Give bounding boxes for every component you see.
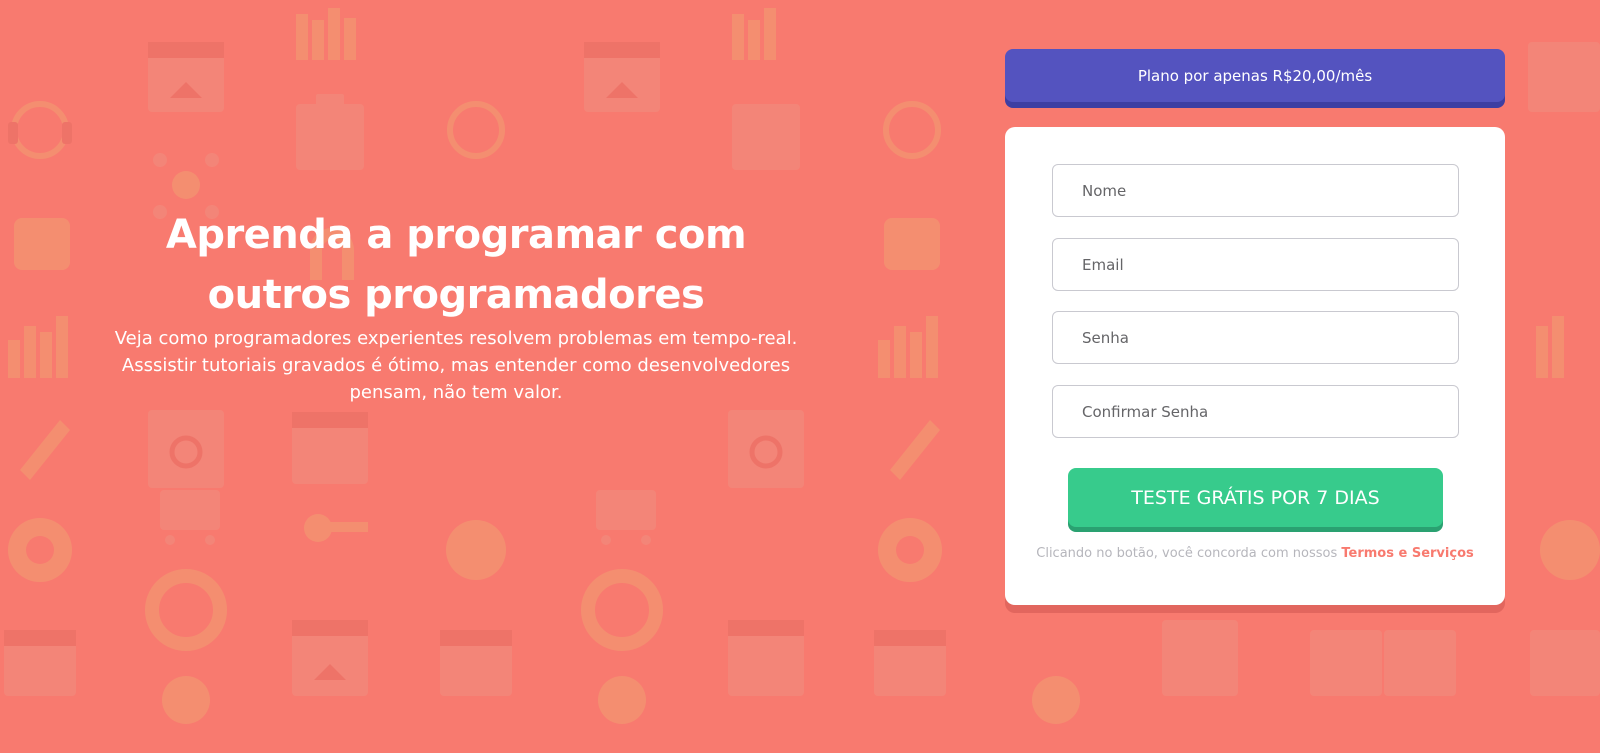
browser-home-icon <box>292 620 368 696</box>
signup-form: TESTE GRÁTIS POR 7 DIAS Clicando no botã… <box>1005 127 1505 605</box>
key-icon <box>304 514 368 542</box>
free-trial-button[interactable]: TESTE GRÁTIS POR 7 DIAS <box>1068 468 1443 527</box>
hero-description: Veja como programadores experientes reso… <box>114 328 798 403</box>
calendar-icon <box>4 630 76 696</box>
landing-page: Aprenda a programar com outros programad… <box>0 0 1600 753</box>
calendar-icon <box>1530 630 1600 696</box>
terms-text: Clicando no botão, você concorda com nos… <box>1036 546 1338 561</box>
network-icon <box>446 520 506 580</box>
bar-chart-icon <box>296 8 356 60</box>
toolbox-icon <box>732 104 800 170</box>
hero-section: Aprenda a programar com outros programad… <box>96 205 816 406</box>
lightbulb-icon <box>598 676 646 724</box>
cart-icon <box>160 490 220 545</box>
rocket-icon <box>20 420 70 480</box>
calendar-icon <box>440 630 512 696</box>
plan-price-banner: Plano por apenas R$20,00/mês <box>1005 49 1505 102</box>
browser-home-icon <box>1162 620 1238 696</box>
thumbs-up-icon <box>884 218 940 270</box>
search-window-icon <box>148 410 224 488</box>
rocket-icon <box>890 420 940 480</box>
gear-icon <box>1540 520 1600 580</box>
gear-icon <box>878 518 942 582</box>
headset-icon <box>447 101 505 159</box>
calendar-icon <box>1310 630 1456 696</box>
lightbulb-icon <box>162 676 210 724</box>
thumbs-up-icon <box>14 218 70 270</box>
search-window-icon <box>728 410 804 488</box>
lightbulb-icon <box>1032 676 1080 724</box>
bar-chart-icon <box>878 316 938 378</box>
terms-link[interactable]: Termos e Serviços <box>1341 546 1473 561</box>
name-field[interactable] <box>1052 164 1459 217</box>
confirm-password-field[interactable] <box>1052 385 1459 438</box>
calendar-icon <box>874 630 946 696</box>
lifebuoy-icon <box>145 569 227 651</box>
browser-home-icon <box>728 620 804 696</box>
bar-chart-icon <box>8 316 68 378</box>
terms-notice: Clicando no botão, você concorda com nos… <box>1005 546 1505 561</box>
password-field[interactable] <box>1052 311 1459 364</box>
browser-home-icon <box>1528 42 1600 112</box>
gear-icon <box>8 518 72 582</box>
browser-home-icon <box>292 412 368 484</box>
toolbox-icon <box>296 94 364 170</box>
browser-home-icon <box>584 42 660 112</box>
email-field[interactable] <box>1052 238 1459 291</box>
bar-chart-icon <box>732 8 776 60</box>
headset-icon <box>8 101 72 159</box>
headset-icon <box>883 101 941 159</box>
bar-chart-icon <box>1536 316 1564 378</box>
lifebuoy-icon <box>581 569 663 651</box>
hero-title: Aprenda a programar com outros programad… <box>165 212 747 318</box>
cart-icon <box>596 490 656 545</box>
browser-home-icon <box>148 42 224 112</box>
